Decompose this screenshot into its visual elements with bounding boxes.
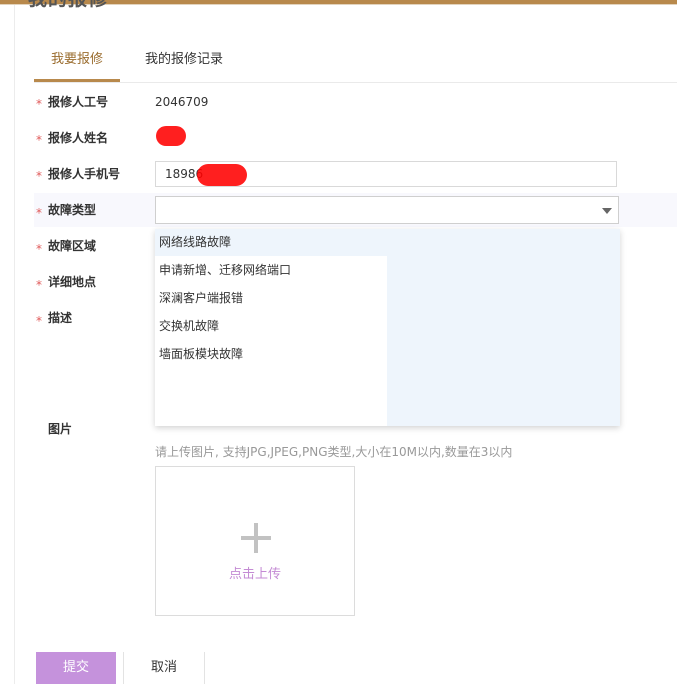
left-divider [14,5,15,684]
required-mark: * [36,242,42,256]
dropdown-option[interactable]: 网络线路故障 [159,231,231,253]
redaction-mark [197,164,247,186]
required-mark: * [36,314,42,328]
required-mark: * [36,97,42,111]
name-label: 报修人姓名 [48,131,109,145]
upload-hint: 请上传图片, 支持JPG,JPEG,PNG类型,大小在10M以内,数量在3以内 [155,445,513,459]
tab-report-repair[interactable]: 我要报修 [34,40,120,82]
fault-area-label: 故障区域 [48,239,97,253]
plus-icon [254,523,258,553]
submit-button[interactable]: 提交 [36,652,116,684]
dropdown-option[interactable]: 深澜客户端报错 [159,287,243,309]
fault-type-select[interactable] [155,196,619,224]
redaction-mark [156,126,186,146]
cancel-button[interactable]: 取消 [123,652,205,684]
upload-label: 点击上传 [228,567,281,582]
dropdown-list-panel [155,256,387,426]
employee-id-value: 2046709 [155,95,209,109]
tab-repair-records[interactable]: 我的报修记录 [134,40,234,80]
phone-label: 报修人手机号 [48,167,121,181]
dropdown-option[interactable]: 申请新增、迁移网络端口 [159,259,291,281]
required-mark: * [36,133,42,147]
required-mark: * [36,278,42,292]
description-label: 描述 [48,311,73,325]
page-title: 我的报修 [28,0,108,9]
required-mark: * [36,169,42,183]
chevron-down-icon [602,208,612,214]
fault-type-dropdown: 网络线路故障 申请新增、迁移网络端口 深澜客户端报错 交换机故障 墙面板模块故障 [155,229,620,426]
image-upload-box[interactable]: 点击上传 [155,466,355,616]
location-label: 详细地点 [48,275,97,289]
tab-bar: 我要报修 我的报修记录 [34,40,677,83]
employee-id-label: 报修人工号 [48,95,109,109]
dropdown-option[interactable]: 墙面板模块故障 [159,343,243,365]
required-mark: * [36,206,42,220]
image-label: 图片 [48,422,73,436]
dropdown-option[interactable]: 交换机故障 [159,315,219,337]
fault-type-label: 故障类型 [48,203,97,217]
